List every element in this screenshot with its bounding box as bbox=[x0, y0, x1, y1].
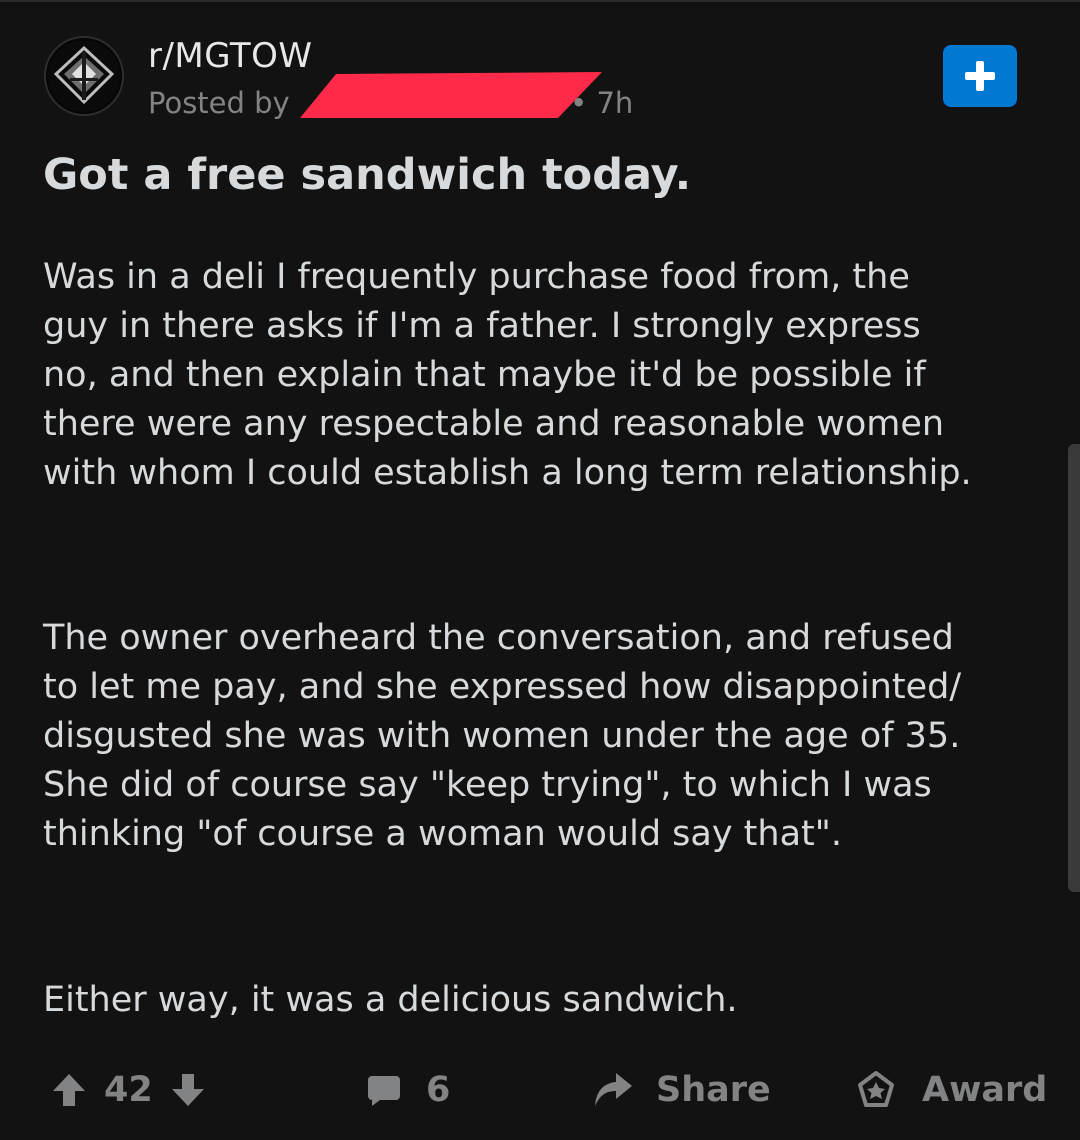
comment-count: 6 bbox=[426, 1070, 451, 1110]
award-button[interactable]: Award bbox=[856, 1060, 1047, 1120]
downvote-arrow-icon[interactable] bbox=[171, 1072, 205, 1108]
body-line: The owner overheard the conversation, an… bbox=[43, 618, 954, 658]
redaction-mark bbox=[300, 72, 602, 118]
subreddit-name[interactable]: r/MGTOW bbox=[148, 36, 313, 76]
comments-button[interactable]: 6 bbox=[366, 1060, 450, 1120]
top-divider bbox=[0, 0, 1080, 2]
comment-bubble-icon bbox=[368, 1076, 400, 1106]
scrollbar[interactable] bbox=[1068, 444, 1080, 892]
plus-icon bbox=[965, 61, 995, 91]
upvote-arrow-icon[interactable] bbox=[52, 1072, 86, 1108]
post-body-paragraph-2: The owner overheard the conversation, an… bbox=[43, 614, 1053, 859]
body-line: there were any respectable and reasonabl… bbox=[43, 404, 945, 444]
post-action-bar: 42 6 Share Award bbox=[0, 1060, 1080, 1120]
award-label: Award bbox=[922, 1070, 1048, 1110]
share-button[interactable]: Share bbox=[592, 1060, 771, 1120]
body-line: She did of course say "keep trying", to … bbox=[43, 765, 932, 805]
vote-count: 42 bbox=[104, 1070, 153, 1110]
body-line: with whom I could establish a long term … bbox=[43, 453, 972, 493]
subreddit-avatar[interactable] bbox=[44, 36, 124, 116]
award-star-icon bbox=[858, 1071, 894, 1107]
body-line: Was in a deli I frequently purchase food… bbox=[43, 257, 910, 297]
posted-by-label: Posted by bbox=[148, 86, 290, 120]
body-line: guy in there asks if I'm a father. I str… bbox=[43, 306, 921, 346]
join-button[interactable] bbox=[943, 45, 1017, 107]
post-body-paragraph-3: Either way, it was a delicious sandwich. bbox=[43, 976, 1053, 1025]
subreddit-avatar-icon bbox=[48, 40, 120, 112]
vote-controls: 42 bbox=[52, 1060, 205, 1120]
body-line: thinking "of course a woman would say th… bbox=[43, 814, 842, 854]
share-label: Share bbox=[656, 1070, 771, 1110]
body-line: disgusted she was with women under the a… bbox=[43, 716, 961, 756]
body-line: Either way, it was a delicious sandwich. bbox=[43, 980, 738, 1020]
body-line: no, and then explain that maybe it'd be … bbox=[43, 355, 926, 395]
post-body-paragraph-1: Was in a deli I frequently purchase food… bbox=[43, 253, 1053, 498]
post-title[interactable]: Got a free sandwich today. bbox=[43, 148, 691, 202]
body-line: to let me pay, and she expressed how dis… bbox=[43, 667, 962, 707]
share-arrow-icon bbox=[595, 1073, 632, 1106]
